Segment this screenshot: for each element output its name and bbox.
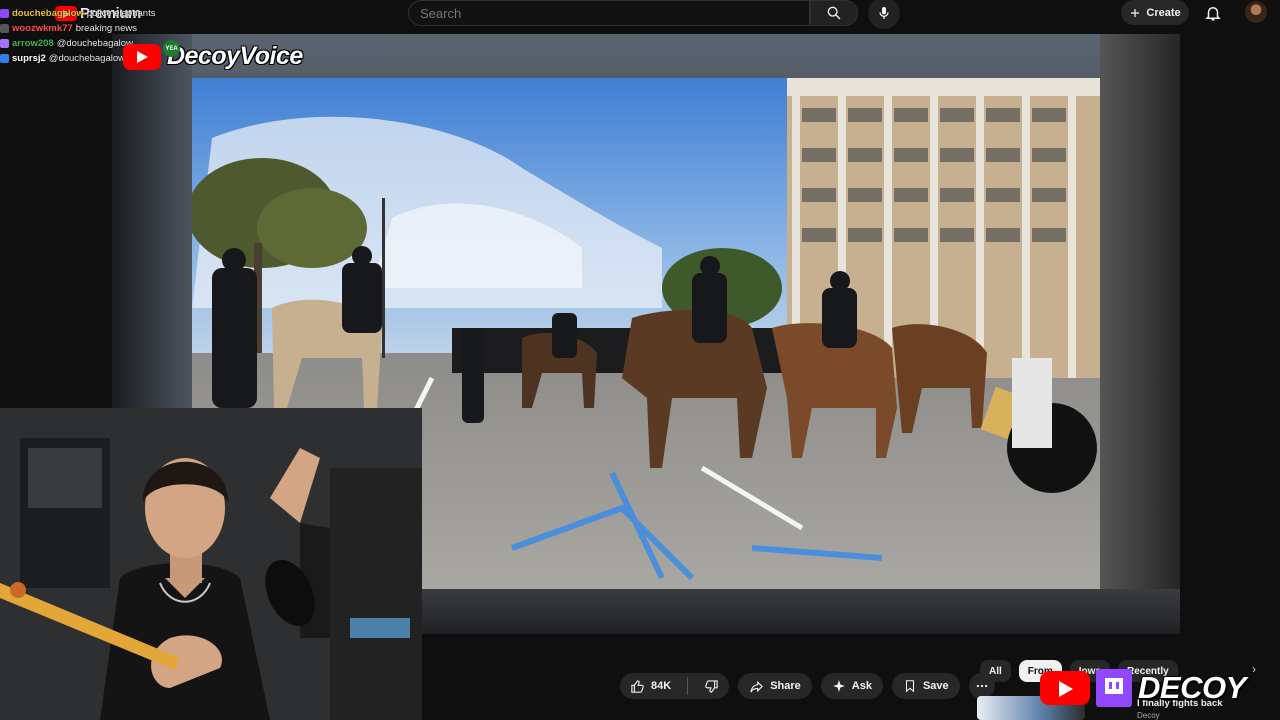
- like-button[interactable]: 84K: [620, 673, 681, 699]
- save-label: Save: [922, 680, 949, 692]
- chat-username: arrow208: [12, 38, 54, 49]
- search-button[interactable]: [810, 0, 858, 26]
- star-badge-icon: [0, 39, 9, 48]
- dislike-button[interactable]: [694, 673, 729, 699]
- share-button[interactable]: Share: [738, 673, 812, 699]
- chat-username: douchebagalow: [12, 8, 84, 19]
- decoy-brand-overlay: DECOY: [1040, 666, 1246, 710]
- like-count: 84K: [651, 680, 672, 692]
- divider: [687, 677, 689, 695]
- webcam-overlay: [0, 408, 422, 720]
- decoyvoice-brand: DecoyVoice: [167, 42, 303, 70]
- create-button[interactable]: Create: [1121, 0, 1189, 25]
- create-label: Create: [1146, 6, 1181, 19]
- thumbs-up-icon: [631, 679, 644, 693]
- youtube-logo-icon: [1040, 671, 1090, 705]
- chip-all[interactable]: All: [980, 660, 1011, 682]
- chat-message: douchebagalow police elephants: [0, 6, 300, 21]
- chat-username: suprsj2: [12, 53, 46, 64]
- chat-text: @douchebagalow: [56, 38, 133, 49]
- search-input[interactable]: [409, 1, 811, 25]
- account-avatar[interactable]: [1245, 1, 1267, 23]
- streamer-webcam-image: [0, 408, 422, 720]
- yea-badge: YEA: [163, 40, 180, 57]
- sparkle-icon: [832, 680, 845, 692]
- decoyvoice-overlay: YEA DecoyVoice: [123, 40, 303, 71]
- chat-message: woozwkmk77 breaking news: [0, 21, 300, 36]
- twitch-logo-icon: [1096, 669, 1132, 707]
- prime-badge-icon: [0, 54, 9, 63]
- microphone-icon: [879, 7, 889, 19]
- search-icon: [827, 6, 841, 20]
- blurred-edge-right: [1100, 34, 1180, 634]
- thumbs-down-icon: [705, 679, 718, 693]
- chat-text: breaking news: [75, 23, 137, 34]
- like-dislike-group: 84K: [620, 673, 730, 699]
- decoy-brand: DECOY: [1138, 670, 1246, 705]
- chat-username: woozwkmk77: [12, 23, 73, 34]
- ask-label: Ask: [851, 680, 872, 692]
- recommended-video-channel: Decoy: [1137, 711, 1160, 720]
- voice-search-button[interactable]: [868, 0, 900, 29]
- subscriber-badge-icon: [0, 9, 9, 18]
- share-icon: [750, 680, 764, 692]
- notifications-button[interactable]: [1203, 3, 1223, 23]
- search-box[interactable]: [408, 0, 811, 26]
- chevron-right-icon[interactable]: ›: [1252, 662, 1256, 676]
- bookmark-icon: [905, 680, 914, 693]
- save-button[interactable]: Save: [891, 673, 960, 699]
- badge-icon: [0, 24, 9, 33]
- plus-icon: [1131, 8, 1140, 17]
- chat-text: police elephants: [86, 8, 156, 19]
- share-label: Share: [770, 680, 801, 692]
- ask-button[interactable]: Ask: [820, 673, 883, 699]
- bell-icon: [1205, 7, 1221, 21]
- video-actions: 84K Share Ask Save: [620, 673, 995, 699]
- youtube-logo-icon: [123, 43, 161, 70]
